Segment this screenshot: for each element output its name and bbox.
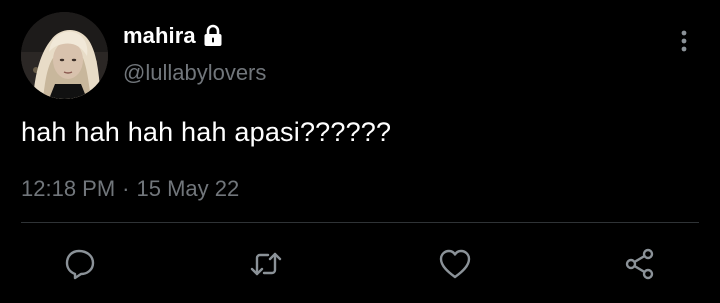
tweet-time[interactable]: 12:18 PM bbox=[21, 176, 115, 201]
profile-photo bbox=[21, 12, 108, 99]
share-icon[interactable] bbox=[622, 246, 658, 282]
more-vertical-icon[interactable] bbox=[674, 28, 694, 54]
lock-icon bbox=[202, 24, 224, 48]
tweet-date[interactable]: 15 May 22 bbox=[137, 176, 240, 201]
like-icon[interactable] bbox=[437, 246, 473, 282]
meta-separator: · bbox=[122, 176, 130, 201]
reply-icon[interactable] bbox=[62, 246, 98, 282]
divider bbox=[21, 222, 699, 223]
author-name-row: mahira bbox=[123, 22, 224, 50]
display-name[interactable]: mahira bbox=[123, 23, 196, 49]
tweet-card: mahira @lullabylovers hah hah hah hah ap… bbox=[0, 0, 720, 303]
author-handle[interactable]: @lullabylovers bbox=[123, 60, 266, 86]
tweet-text: hah hah hah hah apasi?????? bbox=[21, 117, 392, 147]
avatar[interactable] bbox=[21, 12, 108, 99]
retweet-icon[interactable] bbox=[248, 246, 284, 282]
tweet-meta: 12:18 PM · 15 May 22 bbox=[21, 176, 239, 202]
